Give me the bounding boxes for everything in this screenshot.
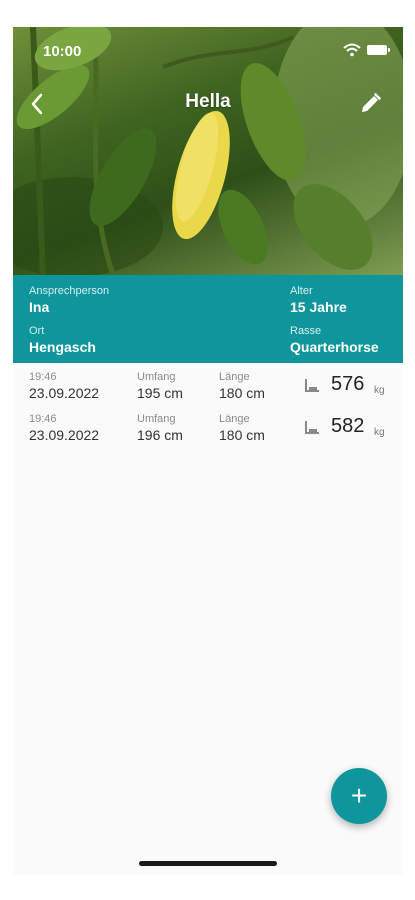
weight-value: 576 xyxy=(331,373,365,395)
page-title: Hella xyxy=(185,91,231,112)
contact-label: Ansprechperson xyxy=(29,285,110,297)
length-value: 180 cm xyxy=(219,427,265,443)
girth-value: 195 cm xyxy=(137,385,183,401)
length-label: Länge xyxy=(219,371,250,383)
measurement-date: 23.09.2022 xyxy=(29,427,100,443)
breed-value: Quarterhorse xyxy=(290,339,379,355)
status-icons xyxy=(343,43,390,57)
battery-icon xyxy=(367,45,390,55)
measurement-list: 19:46 23.09.2022 Umfang 195 cm Länge 180… xyxy=(13,363,403,447)
length-label: Länge xyxy=(219,413,250,425)
add-measurement-button[interactable]: + xyxy=(331,768,387,824)
scale-icon xyxy=(305,421,319,434)
measurement-time: 19:46 xyxy=(29,413,57,425)
age-label: Alter xyxy=(290,285,313,297)
weight-unit: kg xyxy=(374,427,385,438)
wifi-icon xyxy=(343,43,361,57)
girth-label: Umfang xyxy=(137,413,176,425)
age-value: 15 Jahre xyxy=(290,299,347,315)
navigation-bar: Hella xyxy=(13,85,403,125)
edit-icon[interactable] xyxy=(355,89,385,119)
home-indicator[interactable] xyxy=(139,861,277,866)
girth-label: Umfang xyxy=(137,371,176,383)
measurement-row[interactable]: 19:46 23.09.2022 Umfang 196 cm Länge 180… xyxy=(13,405,403,447)
app-screen: 10:00 Hella Ansprechperson Ina Alter 15 … xyxy=(13,27,403,875)
status-time: 10:00 xyxy=(43,43,82,60)
weight-value: 582 xyxy=(331,415,365,437)
breed-label: Rasse xyxy=(290,325,322,337)
status-bar: 10:00 xyxy=(13,27,403,71)
contact-value: Ina xyxy=(29,299,50,315)
measurement-time: 19:46 xyxy=(29,371,57,383)
measurement-date: 23.09.2022 xyxy=(29,385,100,401)
scale-icon xyxy=(305,379,319,392)
location-value: Hengasch xyxy=(29,339,96,355)
horse-info-panel: Ansprechperson Ina Alter 15 Jahre Ort He… xyxy=(13,275,403,363)
length-value: 180 cm xyxy=(219,385,265,401)
location-label: Ort xyxy=(29,325,45,337)
measurement-row[interactable]: 19:46 23.09.2022 Umfang 195 cm Länge 180… xyxy=(13,363,403,405)
girth-value: 196 cm xyxy=(137,427,183,443)
weight-unit: kg xyxy=(374,385,385,396)
